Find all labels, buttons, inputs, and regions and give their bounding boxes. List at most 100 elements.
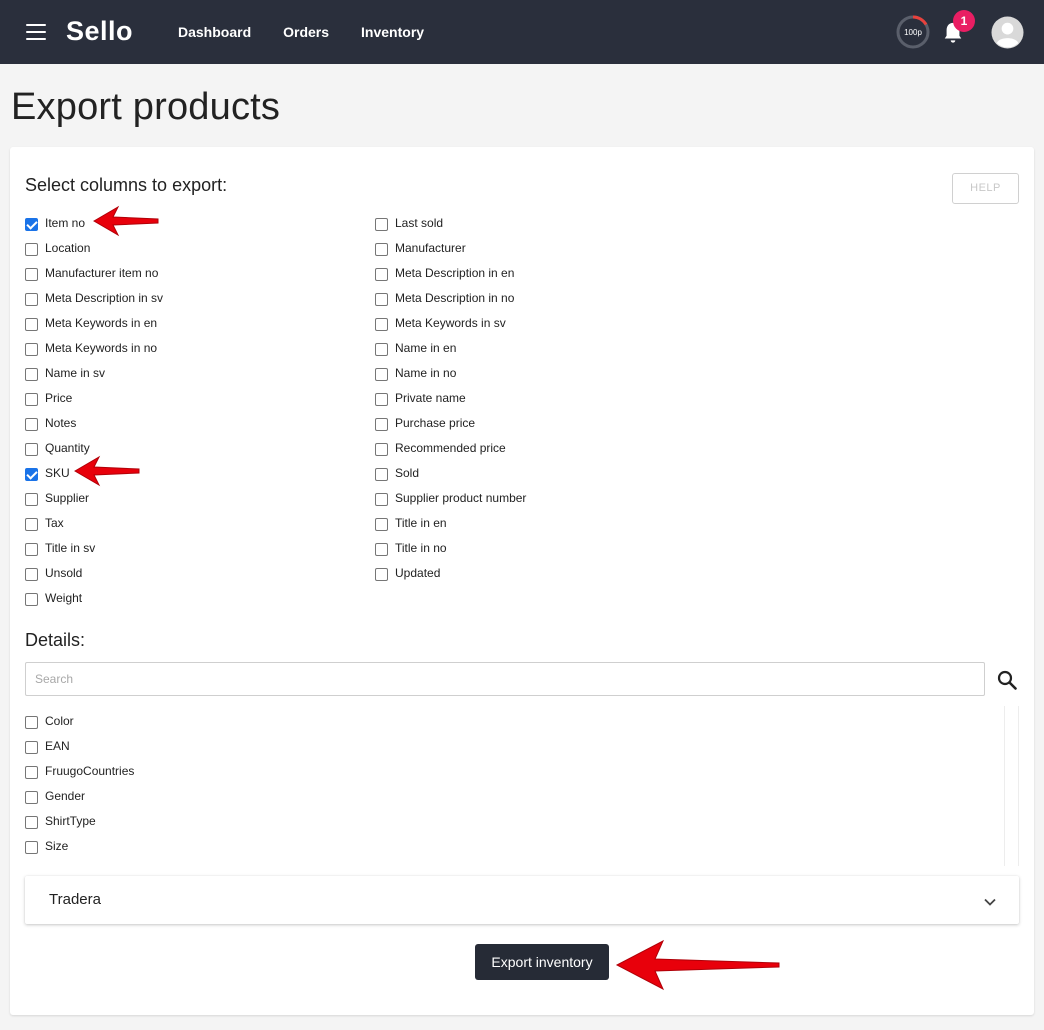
column-checkbox-row[interactable]: Meta Keywords in en: [25, 310, 163, 335]
checkbox[interactable]: [25, 367, 38, 381]
column-checkbox-row[interactable]: Meta Description in en: [375, 260, 526, 285]
column-checkbox-row[interactable]: Last sold: [375, 210, 526, 235]
checkbox[interactable]: [375, 417, 388, 431]
checkbox[interactable]: [375, 567, 388, 581]
checkbox[interactable]: [375, 292, 388, 306]
checkbox[interactable]: [25, 592, 38, 606]
column-checkbox-row[interactable]: Title in sv: [25, 535, 163, 560]
annotation-arrow-icon: [615, 939, 780, 991]
column-checkbox-row[interactable]: Meta Keywords in sv: [375, 310, 526, 335]
column-checkbox-row[interactable]: Manufacturer item no: [25, 260, 163, 285]
checkbox[interactable]: [375, 342, 388, 356]
checkbox[interactable]: [375, 367, 388, 381]
checkbox[interactable]: [25, 740, 38, 754]
detail-checkbox-row[interactable]: EAN: [25, 733, 134, 758]
details-scrollbar[interactable]: [1004, 706, 1019, 866]
checkbox[interactable]: [25, 840, 38, 854]
checkbox[interactable]: [25, 567, 38, 581]
checkbox[interactable]: [25, 417, 38, 431]
column-checkbox-row[interactable]: Weight: [25, 585, 163, 610]
column-checkbox-row[interactable]: Updated: [375, 560, 526, 585]
checkbox[interactable]: [25, 242, 38, 256]
checkbox-label: Meta Description in en: [395, 265, 515, 280]
menu-icon[interactable]: [26, 24, 46, 40]
checkbox[interactable]: [375, 317, 388, 331]
column-checkbox-row[interactable]: Sold: [375, 460, 526, 485]
checkbox-label: Manufacturer: [395, 240, 466, 255]
detail-checkbox-row[interactable]: Gender: [25, 783, 134, 808]
column-checkbox-row[interactable]: Tax: [25, 510, 163, 535]
checkbox[interactable]: [25, 492, 38, 506]
checkbox[interactable]: [375, 542, 388, 556]
column-checkbox-row[interactable]: Name in sv: [25, 360, 163, 385]
checkbox-label: Color: [45, 713, 74, 728]
avatar[interactable]: [991, 16, 1024, 49]
checkbox[interactable]: [25, 815, 38, 829]
details-search-input[interactable]: [25, 662, 985, 696]
quota-gauge-icon[interactable]: 100p: [896, 15, 930, 49]
checkbox[interactable]: [375, 392, 388, 406]
nav-inventory[interactable]: Inventory: [345, 0, 440, 64]
checkbox[interactable]: [25, 342, 38, 356]
checkbox[interactable]: [25, 517, 38, 531]
details-section-title: Details:: [25, 630, 86, 650]
annotation-arrow-icon: [93, 205, 159, 237]
tradera-accordion[interactable]: Tradera: [25, 876, 1019, 924]
column-checkbox-row[interactable]: Meta Description in no: [375, 285, 526, 310]
checkbox[interactable]: [25, 542, 38, 556]
checkbox-label: Supplier: [45, 490, 90, 505]
checkbox[interactable]: [375, 442, 388, 456]
detail-checkbox-row[interactable]: FruugoCountries: [25, 758, 134, 783]
checkbox-label: ShirtType: [45, 813, 96, 828]
column-checkbox-row[interactable]: Supplier product number: [375, 485, 526, 510]
checkbox[interactable]: [375, 267, 388, 281]
detail-checkbox-row[interactable]: Size: [25, 833, 134, 858]
column-checkbox-row[interactable]: Manufacturer: [375, 235, 526, 260]
column-checkbox-row[interactable]: Name in en: [375, 335, 526, 360]
columns-section-title: Select columns to export:: [25, 175, 228, 195]
export-inventory-button[interactable]: Export inventory: [475, 944, 609, 980]
column-checkbox-row[interactable]: Price: [25, 385, 163, 410]
checkbox[interactable]: [25, 715, 38, 729]
nav-dashboard[interactable]: Dashboard: [162, 0, 267, 64]
page-title: Export products: [11, 86, 281, 128]
checkbox-label: Unsold: [45, 565, 83, 580]
column-checkbox-row[interactable]: Name in no: [375, 360, 526, 385]
checkbox-label: Quantity: [45, 440, 90, 455]
column-checkbox-row[interactable]: Private name: [375, 385, 526, 410]
help-button[interactable]: HELP: [952, 173, 1019, 204]
column-checkbox-row[interactable]: Supplier: [25, 485, 163, 510]
checkbox[interactable]: [25, 790, 38, 804]
column-checkbox-row[interactable]: Meta Description in sv: [25, 285, 163, 310]
checkbox-label: Name in no: [395, 365, 457, 380]
checkbox[interactable]: [375, 242, 388, 256]
checkbox[interactable]: [25, 392, 38, 406]
checkbox-label: FruugoCountries: [45, 763, 135, 778]
app-logo[interactable]: Sello: [66, 16, 133, 47]
checkbox[interactable]: [375, 492, 388, 506]
search-icon[interactable]: [995, 668, 1019, 692]
checkbox-label: Name in en: [395, 340, 457, 355]
checkbox[interactable]: [375, 467, 388, 481]
column-checkbox-row[interactable]: Title in en: [375, 510, 526, 535]
checkbox[interactable]: [25, 317, 38, 331]
detail-checkbox-row[interactable]: Color: [25, 708, 134, 733]
column-checkbox-row[interactable]: Title in no: [375, 535, 526, 560]
checkbox-checked[interactable]: [25, 467, 38, 481]
checkbox[interactable]: [25, 267, 38, 281]
checkbox[interactable]: [25, 292, 38, 306]
checkbox[interactable]: [25, 765, 38, 779]
column-checkbox-row[interactable]: Meta Keywords in no: [25, 335, 163, 360]
column-checkbox-row[interactable]: Recommended price: [375, 435, 526, 460]
checkbox-checked[interactable]: [25, 217, 38, 231]
checkbox[interactable]: [25, 442, 38, 456]
column-checkbox-row[interactable]: Unsold: [25, 560, 163, 585]
column-checkbox-row[interactable]: Purchase price: [375, 410, 526, 435]
checkbox-label: EAN: [45, 738, 70, 753]
detail-checkbox-row[interactable]: ShirtType: [25, 808, 134, 833]
column-checkbox-row[interactable]: Location: [25, 235, 163, 260]
checkbox[interactable]: [375, 517, 388, 531]
checkbox[interactable]: [375, 217, 388, 231]
nav-orders[interactable]: Orders: [267, 0, 345, 64]
column-checkbox-row[interactable]: Notes: [25, 410, 163, 435]
